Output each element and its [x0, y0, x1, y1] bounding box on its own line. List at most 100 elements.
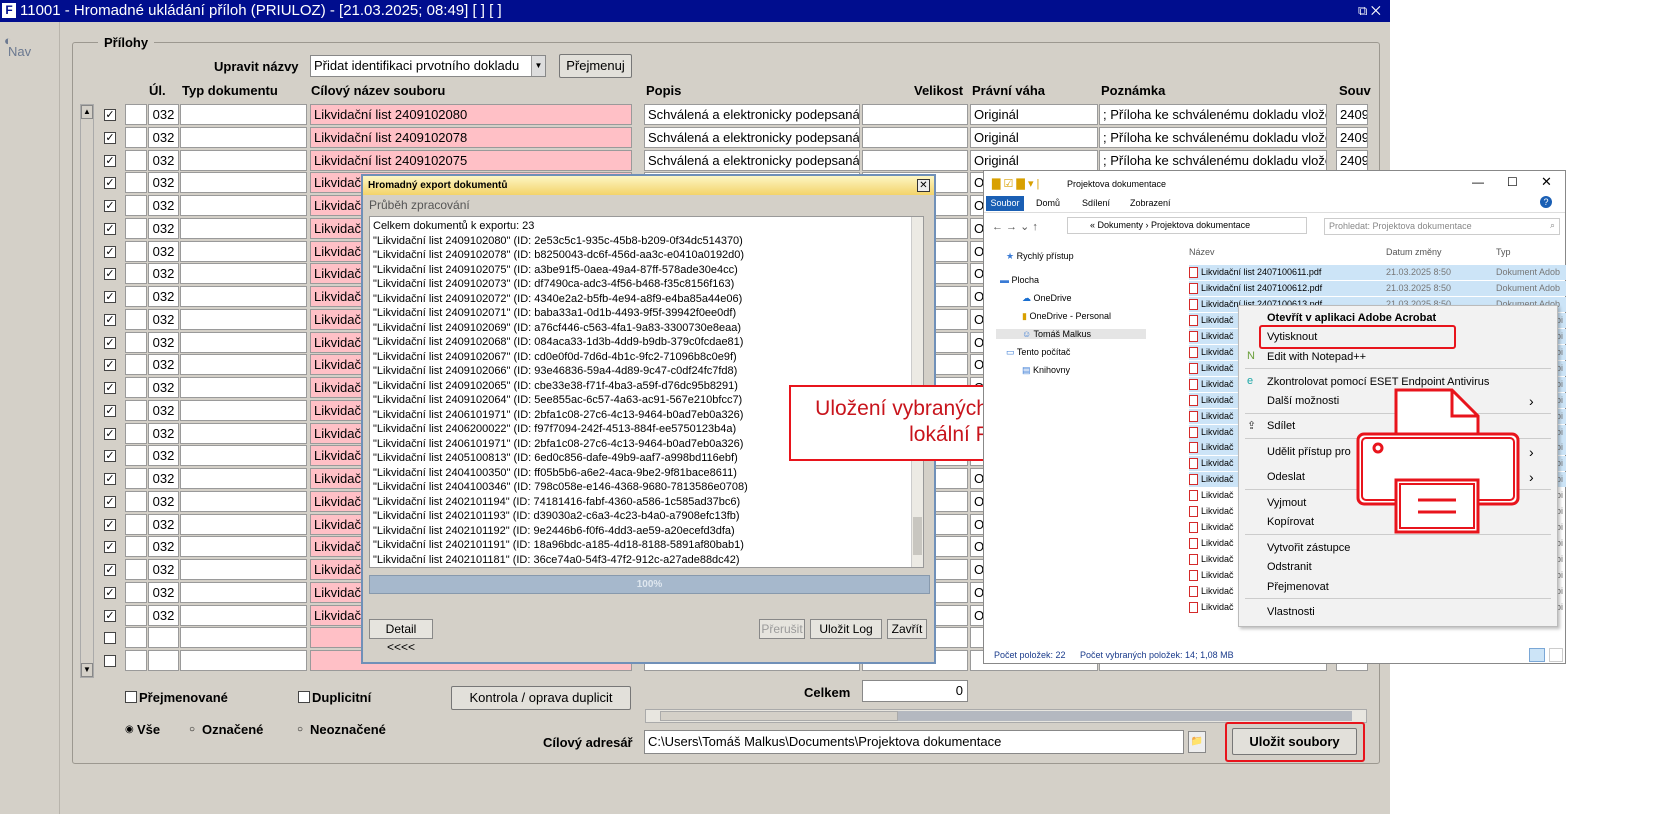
ribbon-tab-zobrazeni[interactable]: Zobrazení	[1130, 198, 1171, 208]
row-ul-cell[interactable]: 032	[148, 104, 179, 125]
nav-item[interactable]: ☺ Tomáš Malkus	[996, 329, 1146, 339]
details-view-icon[interactable]	[1529, 648, 1545, 662]
detail-button[interactable]: Detail <<<<	[369, 619, 433, 654]
row-velikost-cell[interactable]	[862, 150, 968, 171]
row-checkbox[interactable]: ✓	[104, 155, 116, 167]
row-vaha-cell[interactable]: Originál	[970, 127, 1098, 148]
row-checkbox[interactable]	[104, 632, 116, 644]
row-vaha-cell[interactable]: Originál	[970, 104, 1098, 125]
row-flag-cell[interactable]	[125, 445, 147, 466]
row-flag-cell[interactable]	[125, 309, 147, 330]
row-checkbox[interactable]: ✓	[104, 268, 116, 280]
row-checkbox[interactable]: ✓	[104, 405, 116, 417]
row-checkbox[interactable]: ✓	[104, 200, 116, 212]
row-ul-cell[interactable]: 032	[148, 582, 179, 603]
rename-select[interactable]: Přidat identifikaci prvotního dokladu ▼	[310, 55, 546, 77]
col-datum[interactable]: Datum změny	[1386, 247, 1442, 257]
row-popis-cell[interactable]: Schválená a elektronicky podepsaná l	[644, 150, 860, 171]
row-typ-cell[interactable]	[180, 218, 307, 239]
target-dir-input[interactable]: C:\Users\Tomáš Malkus\Documents\Projekto…	[644, 730, 1184, 754]
row-checkbox[interactable]: ✓	[104, 382, 116, 394]
row-checkbox[interactable]: ✓	[104, 359, 116, 371]
table-scrollbar[interactable]: ▲ ▼	[80, 104, 94, 678]
row-checkbox[interactable]: ✓	[104, 109, 116, 121]
row-flag-cell[interactable]	[125, 195, 147, 216]
row-flag-cell[interactable]	[125, 491, 147, 512]
row-typ-cell[interactable]	[180, 468, 307, 489]
row-flag-cell[interactable]	[125, 650, 147, 671]
menu-edit-notepad[interactable]: Edit with Notepad++	[1267, 351, 1366, 363]
address-bar[interactable]: « Dokumenty › Projektova dokumentace	[1067, 217, 1307, 234]
row-ul-cell[interactable]: 032	[148, 127, 179, 148]
row-souv-cell[interactable]: 2409	[1336, 150, 1368, 171]
row-checkbox[interactable]: ✓	[104, 314, 116, 326]
nav-item[interactable]: ▬ Plocha	[1000, 275, 1039, 285]
row-ul-cell[interactable]: 032	[148, 218, 179, 239]
row-flag-cell[interactable]	[125, 286, 147, 307]
nav-item[interactable]: ▤ Knihovny	[1022, 365, 1070, 376]
row-ul-cell[interactable]: 032	[148, 400, 179, 421]
menu-open-acrobat[interactable]: Otevřít v aplikaci Adobe Acrobat	[1267, 312, 1436, 324]
row-popis-cell[interactable]: Schválená a elektronicky podepsaná l	[644, 127, 860, 148]
row-typ-cell[interactable]	[180, 536, 307, 557]
row-typ-cell[interactable]	[180, 423, 307, 444]
nav-toggle[interactable]: ◐ Nav	[4, 33, 31, 59]
browse-folder-icon[interactable]: 📁	[1188, 731, 1206, 753]
row-typ-cell[interactable]	[180, 309, 307, 330]
menu-share[interactable]: Sdílet	[1267, 420, 1295, 432]
window-controls[interactable]: ⧉ ✕	[1358, 0, 1381, 22]
duplicate-checkbox[interactable]	[298, 691, 310, 703]
row-flag-cell[interactable]	[125, 605, 147, 626]
explorer-search[interactable]: Prohledat: Projektova dokumentace ⌕	[1324, 218, 1560, 235]
quick-access-toolbar[interactable]: ▇ ☑ ▇ ▾ |	[992, 177, 1039, 190]
scroll-up-icon[interactable]: ▲	[81, 105, 93, 119]
ribbon-tab-soubor[interactable]: Soubor	[986, 196, 1024, 211]
row-flag-cell[interactable]	[125, 172, 147, 193]
ribbon-tab-domu[interactable]: Domů	[1036, 198, 1060, 208]
row-ul-cell[interactable]	[148, 627, 179, 648]
row-checkbox[interactable]: ✓	[104, 223, 116, 235]
menu-more-options[interactable]: Další možnosti	[1267, 395, 1339, 407]
row-ul-cell[interactable]: 032	[148, 536, 179, 557]
row-flag-cell[interactable]	[125, 400, 147, 421]
menu-delete[interactable]: Odstranit	[1267, 561, 1312, 573]
row-name-cell[interactable]: Likvidační list 2409102078	[310, 127, 632, 148]
row-checkbox[interactable]: ✓	[104, 291, 116, 303]
row-ul-cell[interactable]	[148, 650, 179, 671]
row-souv-cell[interactable]: 2409	[1336, 127, 1368, 148]
row-typ-cell[interactable]	[180, 127, 307, 148]
row-typ-cell[interactable]	[180, 195, 307, 216]
row-flag-cell[interactable]	[125, 104, 147, 125]
file-row[interactable]: Likvidační list 2407100612.pdf 21.03.2025…	[1189, 281, 1566, 296]
row-name-cell[interactable]: Likvidační list 2409102075	[310, 150, 632, 171]
dropdown-arrow-icon[interactable]: ▼	[531, 56, 545, 76]
nav-item[interactable]: ★ Rychlý přístup	[1006, 251, 1074, 262]
scroll-down-icon[interactable]: ▼	[81, 663, 93, 677]
ribbon-tab-sdileni[interactable]: Sdílení	[1082, 198, 1110, 208]
row-flag-cell[interactable]	[125, 468, 147, 489]
row-typ-cell[interactable]	[180, 172, 307, 193]
row-typ-cell[interactable]	[180, 332, 307, 353]
row-vaha-cell[interactable]: Originál	[970, 150, 1098, 171]
col-nazev[interactable]: Název	[1189, 247, 1215, 257]
row-ul-cell[interactable]: 032	[148, 491, 179, 512]
close-window-icon[interactable]: ✕	[1541, 174, 1552, 190]
help-icon[interactable]: ?	[1540, 196, 1552, 208]
save-log-button[interactable]: Uložit Log	[810, 619, 882, 639]
row-typ-cell[interactable]	[180, 582, 307, 603]
row-flag-cell[interactable]	[125, 241, 147, 262]
row-flag-cell[interactable]	[125, 127, 147, 148]
nav-arrows[interactable]: ← → ⌄ ↑	[992, 220, 1038, 233]
hscroll-thumb[interactable]	[660, 711, 898, 721]
row-velikost-cell[interactable]	[862, 104, 968, 125]
row-checkbox[interactable]: ✓	[104, 246, 116, 258]
row-pozn-cell[interactable]: ; Příloha ke schválenému dokladu vlože	[1099, 127, 1327, 148]
row-pozn-cell[interactable]: ; Příloha ke schválenému dokladu vlože	[1099, 150, 1327, 171]
row-checkbox[interactable]	[104, 655, 116, 667]
row-ul-cell[interactable]: 032	[148, 468, 179, 489]
row-ul-cell[interactable]: 032	[148, 195, 179, 216]
menu-rename[interactable]: Přejmenovat	[1267, 581, 1329, 593]
row-ul-cell[interactable]: 032	[148, 286, 179, 307]
row-typ-cell[interactable]	[180, 286, 307, 307]
row-checkbox[interactable]: ✓	[104, 177, 116, 189]
